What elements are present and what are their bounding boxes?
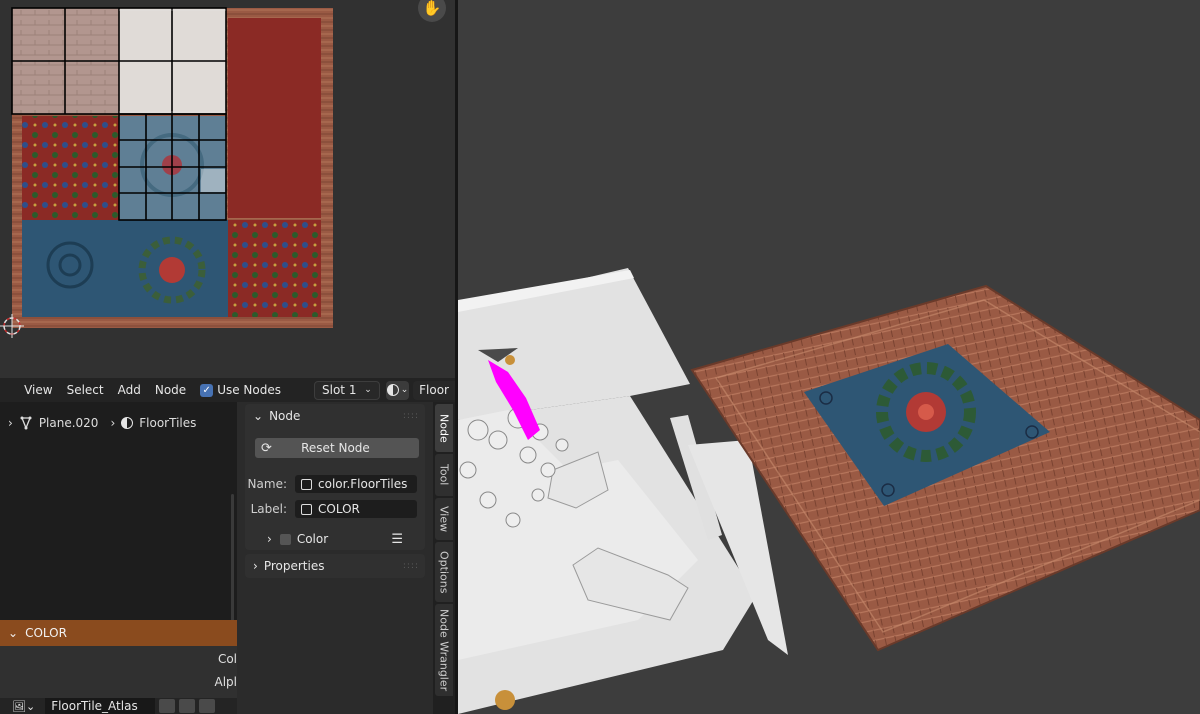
refresh-icon: ⟳ <box>261 440 272 456</box>
output-socket-color[interactable]: Col <box>218 652 237 666</box>
menu-add[interactable]: Add <box>111 383 148 397</box>
uv-editor[interactable]: ✋ <box>0 0 455 378</box>
menu-view[interactable]: View <box>17 383 59 397</box>
chevron-down-icon: ⌄ <box>364 385 372 395</box>
chevron-right-icon: › <box>267 532 272 546</box>
menu-node[interactable]: Node <box>148 383 193 397</box>
sidebar-tabs: Node Tool View Options Node Wrangler <box>433 402 455 714</box>
chevron-down-icon: ⌄ <box>400 385 409 395</box>
material-icon <box>386 384 399 396</box>
tab-node-label: Node <box>437 413 451 443</box>
properties-section: › Properties :::: <box>245 554 425 578</box>
breadcrumb-material[interactable]: FloorTiles <box>139 416 196 430</box>
chevron-right-icon: › <box>110 416 116 430</box>
label-row: Label: COLOR <box>245 499 425 519</box>
image-name-field[interactable]: FloorTile_Atlas <box>45 698 156 714</box>
use-nodes-label: Use Nodes <box>217 383 281 397</box>
name-row: Name: color.FloorTiles <box>245 474 425 494</box>
scrollbar[interactable] <box>231 494 234 622</box>
drag-grip-icon[interactable]: :::: <box>403 411 419 421</box>
breadcrumb: › Plane.020 › FloorTiles <box>8 416 196 430</box>
name-label: Name: <box>247 477 287 491</box>
fake-user-icon[interactable] <box>159 699 176 713</box>
menu-select[interactable]: Select <box>60 383 111 397</box>
tab-tool[interactable]: Tool <box>435 454 453 496</box>
use-nodes-toggle[interactable]: ✓ Use Nodes <box>193 383 288 397</box>
slot-dropdown[interactable]: Slot 1 ⌄ <box>314 380 380 400</box>
material-browse-button[interactable]: ⌄ <box>385 380 410 400</box>
viewport-canvas[interactable] <box>458 0 1200 714</box>
tab-options-label: Options <box>437 550 451 594</box>
list-icon[interactable]: ☰ <box>391 532 403 547</box>
chevron-down-icon[interactable]: ⌄ <box>8 626 18 640</box>
tab-node-wrangler-label: Node Wrangler <box>437 608 451 692</box>
uv-canvas[interactable] <box>0 0 455 378</box>
node-section-title: Node <box>269 409 301 423</box>
node-icon <box>301 503 312 515</box>
tab-tool-label: Tool <box>437 464 451 486</box>
checkbox-icon[interactable] <box>279 533 291 545</box>
tab-view-label: View <box>437 505 451 533</box>
color-node-title: COLOR <box>25 626 67 640</box>
tab-node-wrangler[interactable]: Node Wrangler <box>435 604 453 696</box>
image-browse-icon[interactable]: 🖼⌄ <box>12 700 35 713</box>
drag-grip-icon[interactable]: :::: <box>403 561 419 571</box>
open-folder-icon[interactable] <box>199 699 216 713</box>
name-value: color.FloorTiles <box>318 477 408 491</box>
image-selector: 🖼⌄ FloorTile_Atlas <box>0 698 237 714</box>
node-section: ⌄ Node :::: ⟳ Reset Node Name: color.Flo… <box>245 404 425 550</box>
sidebar-panel: ⌄ Node :::: ⟳ Reset Node Name: color.Flo… <box>237 402 433 714</box>
color-subpanel-label: Color <box>296 532 329 546</box>
node-canvas[interactable]: › Plane.020 › FloorTiles ⌄ COLOR Col Alp… <box>0 402 237 714</box>
name-field[interactable]: color.FloorTiles <box>295 475 417 493</box>
color-subpanel-row[interactable]: › Color ☰ <box>245 529 425 549</box>
breadcrumb-object[interactable]: Plane.020 <box>39 416 99 430</box>
chevron-right-icon: › <box>253 559 258 573</box>
properties-section-title: Properties <box>263 559 325 573</box>
label-label: Label: <box>250 502 287 516</box>
duplicate-icon[interactable] <box>179 699 196 713</box>
reset-node-button[interactable]: ⟳ Reset Node <box>255 438 419 458</box>
node-editor-header: View Select Add Node ✓ Use Nodes Slot 1 … <box>0 378 455 402</box>
3d-viewport[interactable] <box>458 0 1200 714</box>
properties-section-header[interactable]: › Properties :::: <box>245 554 425 578</box>
tab-options[interactable]: Options <box>435 542 453 602</box>
tab-node[interactable]: Node <box>435 404 453 452</box>
checkbox-icon[interactable]: ✓ <box>200 383 214 397</box>
blender-window: ✋ View Select Add Node ✓ Use Nodes Slot … <box>0 0 1200 714</box>
slot-value: Slot 1 <box>322 383 357 397</box>
mesh-icon <box>20 416 32 430</box>
material-icon <box>121 417 134 429</box>
material-name-field[interactable]: Floor <box>413 380 455 400</box>
node-icon <box>301 478 312 490</box>
label-field[interactable]: COLOR <box>295 500 417 518</box>
label-value: COLOR <box>318 502 360 516</box>
white-mesh-objects[interactable] <box>458 268 788 714</box>
color-node-header[interactable]: ⌄ COLOR <box>0 620 237 646</box>
chevron-down-icon: ⌄ <box>253 409 264 423</box>
tab-view[interactable]: View <box>435 498 453 540</box>
reset-node-label: Reset Node <box>301 441 370 455</box>
chevron-right-icon: › <box>8 416 13 430</box>
node-section-header[interactable]: ⌄ Node :::: <box>245 404 425 428</box>
output-socket-alpha[interactable]: Alpl <box>215 675 238 689</box>
